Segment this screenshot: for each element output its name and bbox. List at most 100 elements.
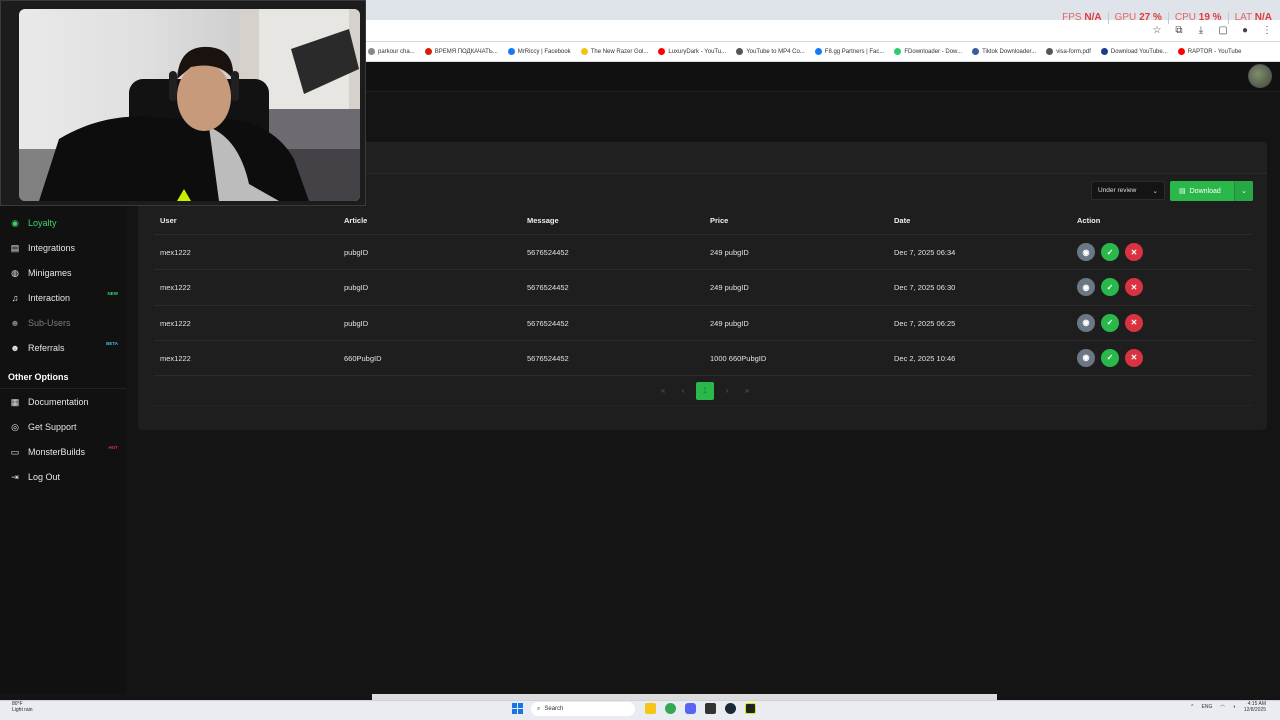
reject-button[interactable]: ✕	[1125, 243, 1143, 261]
avatar[interactable]	[1248, 64, 1272, 88]
file-explorer-icon[interactable]	[645, 703, 656, 714]
divider	[154, 405, 1252, 406]
extensions-icon[interactable]: ⧉	[1174, 25, 1184, 36]
view-button[interactable]: ◉	[1077, 278, 1095, 297]
bookmark-label: visa-form.pdf	[1056, 48, 1091, 55]
bookmark-label: RAPTOR - YouTube	[1187, 48, 1242, 55]
wifi-icon[interactable]: ◠	[1220, 704, 1224, 710]
current-page-button[interactable]: 1	[696, 381, 714, 400]
windows-start-icon[interactable]	[512, 703, 523, 714]
reject-button[interactable]: ✕	[1125, 278, 1143, 297]
sidebar-item-loyalty[interactable]: ◉ Loyalty	[10, 214, 124, 232]
check-icon: ✓	[1106, 247, 1114, 257]
approve-button[interactable]: ✓	[1101, 243, 1119, 261]
performance-overlay: FPS N/A GPU 27 % CPU 19 % LAT N/A	[1062, 12, 1272, 24]
status-filter-select[interactable]: Under review ⌄	[1091, 181, 1165, 200]
approve-button[interactable]: ✓	[1101, 348, 1119, 367]
app-icon[interactable]	[705, 703, 716, 714]
clock[interactable]: 4:15 AM 12/8/2025	[1244, 701, 1266, 713]
volume-icon[interactable]: ◖	[1233, 704, 1236, 710]
divider	[154, 375, 1252, 376]
sidebar-item-documentation[interactable]: ▦ Documentation	[10, 393, 124, 411]
download-icon[interactable]: ⤓	[1196, 25, 1206, 36]
approve-button[interactable]: ✓	[1101, 313, 1119, 332]
bookmark-item[interactable]: Download YouTube...	[1100, 48, 1168, 55]
sidebar-item-get-support[interactable]: ◎ Get Support	[10, 418, 124, 436]
reject-button[interactable]: ✕	[1125, 313, 1143, 332]
gpu-value: 27 %	[1139, 12, 1162, 23]
bookmark-item[interactable]: LuxuryDark - YouTu...	[658, 48, 726, 55]
book-icon: ▦	[10, 396, 20, 407]
sidebar-item-monsterbuilds[interactable]: ▭ MonsterBuilds HOT	[10, 443, 124, 461]
divider	[1107, 12, 1109, 24]
bookmark-item[interactable]: ВРЕМЯ ПОДКАЧАТЬ...	[424, 48, 498, 55]
view-button[interactable]: ◉	[1077, 313, 1095, 332]
split-view-icon[interactable]: ▢	[1218, 25, 1228, 36]
previous-page-button[interactable]: ‹	[676, 382, 690, 400]
sidebar-item-label: Documentation	[28, 397, 89, 407]
cell-article: pubgID	[344, 248, 369, 257]
table-row: mex1222 660PubgID 5676524452 1000 660PubgID…	[154, 339, 1252, 375]
clock-date: 12/8/2025	[1243, 707, 1266, 713]
steam-icon[interactable]	[725, 703, 736, 714]
sidebar-item-referrals[interactable]: ☻ Referrals BETA	[10, 339, 124, 357]
circle-icon: ◉	[11, 217, 19, 228]
cell-message: 5676524452	[527, 318, 569, 328]
sidebar-item-minigames[interactable]: ◍ Minigames	[10, 264, 124, 282]
reject-button[interactable]: ✕	[1125, 348, 1143, 367]
view-button[interactable]: ◉	[1077, 348, 1095, 367]
bookmark-item[interactable]: YouTube to MP4 Co...	[736, 48, 805, 55]
view-button[interactable]: ◉	[1077, 243, 1095, 261]
people-icon: ☻	[10, 343, 20, 353]
taskbar-apps	[645, 703, 756, 714]
discord-icon[interactable]	[685, 703, 696, 714]
download-dropdown-toggle[interactable]: ⌄	[1234, 181, 1253, 201]
bookmark-item[interactable]: MrRiccy | Facebook	[507, 48, 571, 55]
menu-icon[interactable]: ⋮	[1262, 25, 1272, 36]
bookmark-item[interactable]: parkour cha...	[368, 48, 415, 55]
sidebar-item-label: Sub-Users	[28, 318, 71, 328]
sidebar-item-sub-users[interactable]: ☻ Sub-Users	[10, 314, 124, 332]
check-icon: ✓	[1106, 318, 1114, 328]
cell-price: 249 pubgID	[710, 283, 749, 293]
fps-label: FPS	[1062, 12, 1082, 23]
chevron-up-icon[interactable]: ^	[1191, 704, 1193, 710]
column-header-date[interactable]: Date	[894, 216, 910, 225]
download-button[interactable]: ▤ Download	[1170, 181, 1234, 201]
bookmark-item[interactable]: Tiktok Downloader...	[972, 48, 1036, 55]
support-icon: ◎	[11, 421, 19, 432]
bookmark-star-icon[interactable]: ☆	[1152, 25, 1162, 36]
bookmark-item[interactable]: FDownloader - Dow...	[894, 48, 962, 55]
approve-button[interactable]: ✓	[1101, 278, 1119, 297]
bookmark-favicon-icon	[894, 48, 902, 55]
bookmark-item[interactable]: The New Razer Gol...	[580, 48, 648, 55]
sidebar-item-label: Integrations	[28, 243, 76, 253]
chrome-icon[interactable]	[665, 703, 676, 714]
bookmark-item[interactable]: F8.gg Partners | Fac...	[814, 48, 885, 55]
first-page-button[interactable]: «	[656, 382, 670, 400]
bookmark-item[interactable]: RAPTOR - YouTube	[1177, 48, 1242, 55]
profile-icon[interactable]: ●	[1240, 25, 1250, 36]
taskbar-search[interactable]: ⌕ Search	[531, 702, 635, 716]
download-button-group: ▤ Download ⌄	[1170, 181, 1253, 201]
close-icon: ✕	[1130, 318, 1138, 328]
app-icon[interactable]	[745, 703, 756, 714]
bookmark-label: F8.gg Partners | Fac...	[824, 48, 885, 55]
taskbar	[0, 700, 1280, 720]
column-header-message[interactable]: Message	[527, 216, 559, 225]
column-header-user[interactable]: User	[160, 216, 177, 225]
sidebar-item-interaction[interactable]: ♫ Interaction NEW	[10, 289, 124, 307]
bookmark-item[interactable]: visa-form.pdf	[1046, 48, 1091, 55]
eye-icon: ◉	[1082, 318, 1090, 328]
bookmark-label: ВРЕМЯ ПОДКАЧАТЬ...	[434, 48, 498, 55]
sidebar-item-log-out[interactable]: ⇥ Log Out	[10, 468, 124, 486]
cell-date: Dec 7, 2025 06:30	[894, 283, 956, 293]
column-header-article[interactable]: Article	[344, 216, 367, 225]
eye-icon: ◉	[1082, 353, 1090, 363]
column-header-price[interactable]: Price	[710, 216, 728, 225]
next-page-button[interactable]: ›	[720, 382, 734, 400]
weather-widget[interactable]: 80°F Light rain	[12, 701, 33, 713]
sidebar-item-integrations[interactable]: ▤ Integrations	[10, 239, 124, 257]
last-page-button[interactable]: »	[740, 382, 754, 400]
language-indicator[interactable]: ENG	[1202, 704, 1213, 710]
